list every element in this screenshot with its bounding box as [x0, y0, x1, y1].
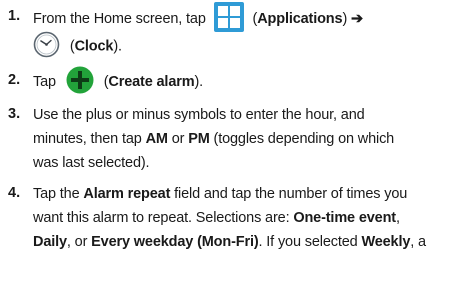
every-weekday-label: Every weekday (Mon-Fri) [91, 234, 259, 250]
manual-page: { "steps": [ { "number": "1.", "line1": … [0, 0, 471, 291]
step-text-segment: Tap [33, 73, 56, 90]
step-4-line-2: want this alarm to repeat. Selections ar… [33, 206, 469, 230]
step-text: Use the plus or minus symbols to enter t… [33, 103, 469, 175]
applications-label: Applications [257, 10, 343, 27]
step-4-line-1: Tap the Alarm repeat field and tap the n… [33, 182, 469, 206]
create-alarm-label: Create alarm [108, 73, 195, 90]
step-text-segment: want this alarm to repeat. Selections ar… [33, 210, 294, 226]
step-text-segment: From the Home screen, tap [33, 10, 206, 27]
paren-close: ). [194, 73, 204, 90]
step-4-line-3: Daily, or Every weekday (Mon-Fri). If yo… [33, 230, 469, 254]
step-text-segment: (toggles depending on which [209, 131, 395, 147]
step-3-line-2: minutes, then tap AM or PM (toggles depe… [33, 127, 469, 151]
pm-label: PM [188, 131, 210, 147]
step-1-line-1: From the Home screen, tap (Applications)… [33, 2, 469, 32]
step-text-segment: . If you selected [258, 234, 362, 250]
step-3-line-3: was last selected). [33, 155, 150, 171]
step-text-segment: or [167, 131, 189, 147]
arrow-glyph: ➔ [351, 10, 364, 27]
plus-circle-icon [66, 66, 94, 94]
step-2-line-1: Tap (Create alarm). [33, 66, 469, 94]
clock-label: Clock [74, 38, 114, 55]
step-text-segment: , a [410, 234, 426, 250]
step-number: 4. [8, 185, 21, 201]
step-number: 3. [8, 106, 21, 122]
paren-close: ). [113, 38, 122, 55]
step-3-line-1: Use the plus or minus symbols to enter t… [33, 107, 365, 123]
step-text-segment: , or [66, 234, 92, 250]
step-number: 1. [8, 8, 21, 24]
alarm-repeat-label: Alarm repeat [83, 186, 171, 202]
one-time-event-label: One-time event [293, 210, 396, 226]
step-text: From the Home screen, tap (Applications)… [33, 2, 469, 58]
step-text-segment: Tap the [33, 186, 84, 202]
weekly-label: Weekly [361, 234, 411, 250]
step-1-line-2: (Clock). [33, 31, 469, 58]
step-text: Tap the Alarm repeat field and tap the n… [33, 182, 469, 254]
paren-close: ) [342, 10, 348, 27]
applications-icon [213, 2, 244, 32]
daily-label: Daily [33, 234, 67, 250]
clock-icon [33, 31, 60, 58]
am-label: AM [145, 131, 168, 147]
step-text-segment: , [395, 210, 400, 226]
step-text: Tap (Create alarm). [33, 66, 469, 94]
step-text-segment: minutes, then tap [33, 131, 146, 147]
step-number: 2. [8, 72, 21, 88]
step-text-segment: field and tap the number of times you [170, 186, 408, 202]
